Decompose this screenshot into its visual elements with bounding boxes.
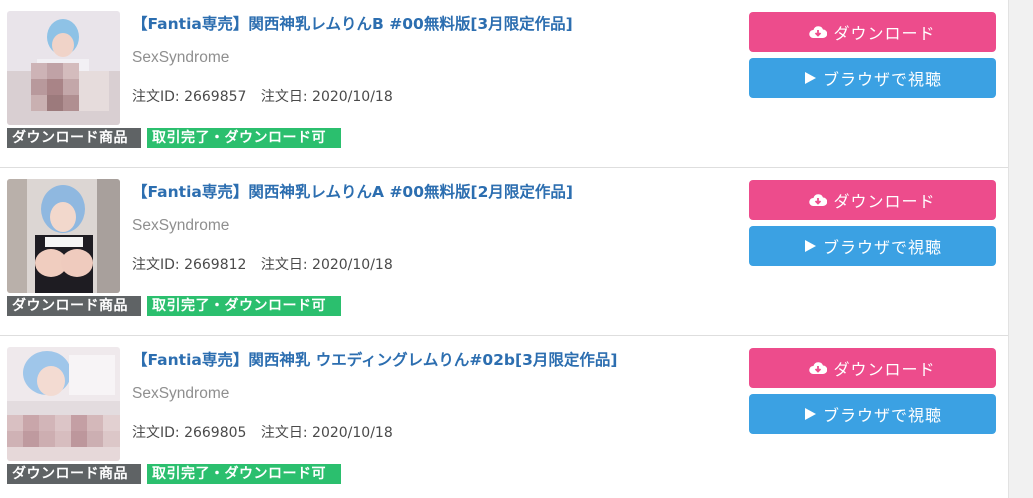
view-label: ブラウザで視聴 bbox=[822, 238, 942, 257]
order-date: 注文日: 2020/10/18 bbox=[260, 257, 393, 273]
creator-name: SexSyndrome bbox=[132, 217, 230, 234]
download-button[interactable]: ダウンロード bbox=[749, 348, 996, 388]
play-icon bbox=[803, 407, 817, 421]
status-badge: 取引完了・ダウンロード可 bbox=[147, 128, 341, 148]
order-info: 注文ID: 2669812 注文日: 2020/10/18 bbox=[132, 254, 403, 274]
status-badge: 取引完了・ダウンロード可 bbox=[147, 464, 341, 484]
creator-name: SexSyndrome bbox=[132, 49, 230, 66]
order-id: 注文ID: 2669812 bbox=[132, 257, 247, 273]
download-label: ダウンロード bbox=[833, 24, 936, 43]
list-item: ダウンロード商品 取引完了・ダウンロード可 【Fantia専売】関西神乳レムりん… bbox=[0, 0, 1008, 168]
product-thumbnail[interactable] bbox=[7, 179, 120, 293]
product-title-link[interactable]: 【Fantia専売】関西神乳 ウエディングレムりん#02b[3月限定作品] bbox=[132, 348, 732, 370]
vertical-scrollbar[interactable] bbox=[1008, 0, 1033, 498]
cloud-download-icon bbox=[809, 193, 828, 207]
view-label: ブラウザで視聴 bbox=[822, 70, 942, 89]
browser-view-button[interactable]: ブラウザで視聴 bbox=[749, 394, 996, 434]
order-date: 注文日: 2020/10/18 bbox=[260, 425, 393, 441]
list-item: ダウンロード商品 取引完了・ダウンロード可 【Fantia専売】関西神乳レムりん… bbox=[0, 168, 1008, 336]
download-button[interactable]: ダウンロード bbox=[749, 12, 996, 52]
download-label: ダウンロード bbox=[833, 360, 936, 379]
product-thumbnail[interactable] bbox=[7, 11, 120, 125]
order-info: 注文ID: 2669805 注文日: 2020/10/18 bbox=[132, 422, 403, 442]
order-date: 注文日: 2020/10/18 bbox=[260, 89, 393, 105]
purchase-list: ダウンロード商品 取引完了・ダウンロード可 【Fantia専売】関西神乳レムりん… bbox=[0, 0, 1008, 498]
browser-view-button[interactable]: ブラウザで視聴 bbox=[749, 226, 996, 266]
product-title-link[interactable]: 【Fantia専売】関西神乳レムりんB #00無料版[3月限定作品] bbox=[132, 12, 732, 34]
cloud-download-icon bbox=[809, 361, 828, 375]
product-type-badge: ダウンロード商品 bbox=[7, 296, 141, 316]
order-id: 注文ID: 2669857 bbox=[132, 89, 247, 105]
status-badge: 取引完了・ダウンロード可 bbox=[147, 296, 341, 316]
cloud-download-icon bbox=[809, 25, 828, 39]
product-type-badge: ダウンロード商品 bbox=[7, 128, 141, 148]
play-icon bbox=[803, 71, 817, 85]
view-label: ブラウザで視聴 bbox=[822, 406, 942, 425]
browser-view-button[interactable]: ブラウザで視聴 bbox=[749, 58, 996, 98]
download-label: ダウンロード bbox=[833, 192, 936, 211]
order-info: 注文ID: 2669857 注文日: 2020/10/18 bbox=[132, 86, 403, 106]
product-thumbnail[interactable] bbox=[7, 347, 120, 461]
list-item: ダウンロード商品 取引完了・ダウンロード可 【Fantia専売】関西神乳 ウエデ… bbox=[0, 336, 1008, 498]
order-id: 注文ID: 2669805 bbox=[132, 425, 247, 441]
download-button[interactable]: ダウンロード bbox=[749, 180, 996, 220]
product-type-badge: ダウンロード商品 bbox=[7, 464, 141, 484]
product-title-link[interactable]: 【Fantia専売】関西神乳レムりんA #00無料版[2月限定作品] bbox=[132, 180, 732, 202]
creator-name: SexSyndrome bbox=[132, 385, 230, 402]
play-icon bbox=[803, 239, 817, 253]
